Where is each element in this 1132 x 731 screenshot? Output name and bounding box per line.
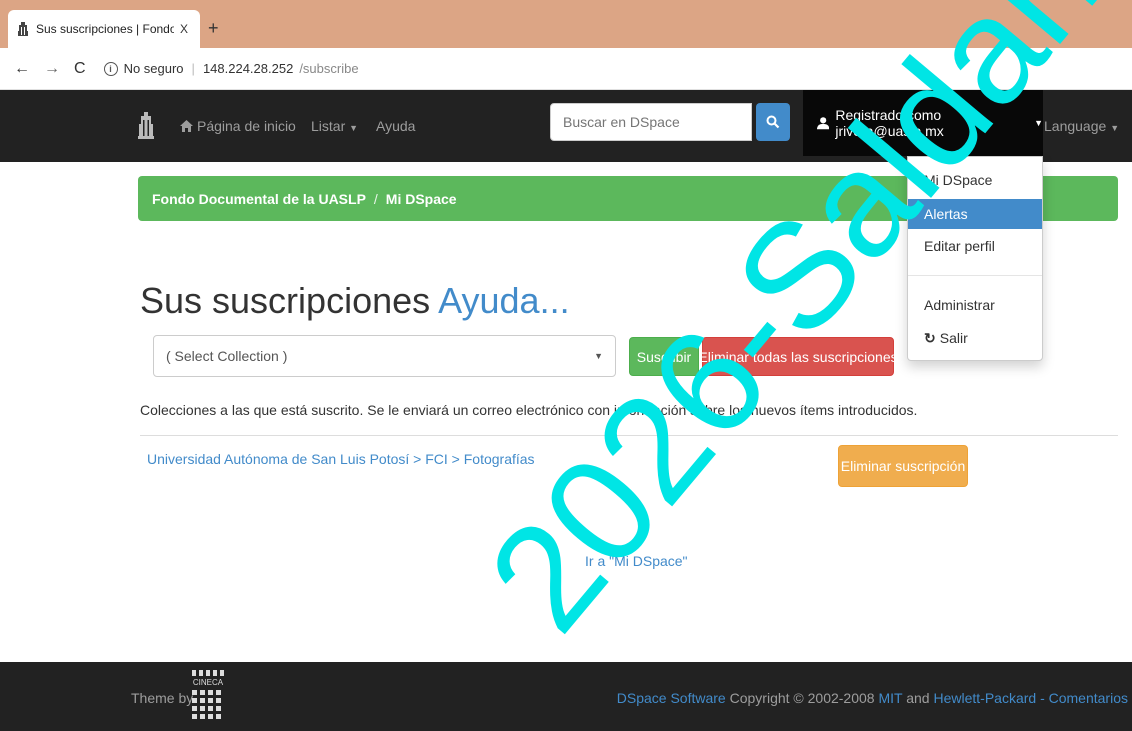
dash-text: -	[1040, 690, 1045, 706]
divider	[140, 435, 1118, 436]
remove-all-subscriptions-button[interactable]: Eliminar todas las suscripciones	[698, 337, 898, 376]
select-arrow-icon: ▼	[594, 351, 603, 361]
user-menu-label: Registrado como jrivera@uaslp.mx	[835, 107, 944, 139]
hp-link[interactable]: Hewlett-Packard	[933, 690, 1036, 706]
dropdown-item-alertas[interactable]: Alertas	[908, 199, 1042, 229]
caret-down-icon: ▼	[1034, 118, 1043, 128]
home-icon	[180, 120, 193, 132]
footer-copyright: DSpace Software Copyright © 2002-2008 MI…	[617, 690, 1128, 706]
caret-down-icon: ▼	[349, 123, 359, 133]
comments-link[interactable]: Comentarios	[1049, 690, 1128, 706]
page-help-link[interactable]: Ayuda...	[438, 280, 569, 321]
nav-list-label: Listar	[311, 118, 346, 134]
breadcrumb-separator: /	[373, 190, 378, 207]
mit-link[interactable]: MIT	[878, 690, 902, 706]
reload-icon[interactable]: C	[74, 60, 86, 78]
copyright-text: Copyright © 2002-2008	[729, 690, 875, 706]
search-input[interactable]	[550, 103, 752, 141]
back-to-mydspace-link[interactable]: Ir a "Mi DSpace"	[585, 553, 688, 569]
page-title: Sus suscripciones Ayuda...	[140, 280, 570, 322]
url-field[interactable]: i No seguro | 148.224.28.252/subscribe	[103, 61, 359, 76]
browser-tabstrip: Sus suscripciones | Fondo Docum X +	[0, 0, 1132, 48]
back-arrow-icon[interactable]: ←	[14, 60, 30, 78]
user-icon	[817, 117, 830, 130]
url-host: 148.224.28.252	[202, 61, 294, 76]
search-button[interactable]	[756, 103, 790, 141]
nav-home-link[interactable]: Página de inicio	[180, 118, 296, 134]
cineca-text: CINECA	[193, 678, 224, 687]
dropdown-item-administrar[interactable]: Administrar	[908, 290, 1042, 320]
subscribe-button[interactable]: Suscribir	[629, 337, 699, 376]
cineca-logo-icon[interactable]: CINECA	[188, 668, 228, 720]
dspace-software-link[interactable]: DSpace Software	[617, 690, 726, 706]
nav-help-link[interactable]: Ayuda	[376, 118, 415, 134]
nav-list-dropdown[interactable]: Listar ▼	[311, 118, 358, 134]
search-icon	[766, 115, 780, 129]
forward-arrow-icon[interactable]: →	[44, 60, 60, 78]
url-security-label: No seguro	[123, 61, 184, 76]
collection-select[interactable]: ( Select Collection ) ▼	[153, 335, 616, 377]
remove-subscription-button[interactable]: Eliminar suscripción	[838, 445, 968, 487]
language-label: Language	[1044, 118, 1107, 134]
browser-tab[interactable]: Sus suscripciones | Fondo Docum X	[8, 10, 200, 48]
url-separator: |	[191, 61, 195, 76]
nav-home-label: Página de inicio	[197, 118, 296, 134]
dropdown-item-mi-dspace[interactable]: Mi DSpace	[908, 165, 1042, 195]
and-text: and	[906, 690, 930, 706]
collection-select-value: ( Select Collection )	[166, 348, 288, 364]
language-dropdown[interactable]: Language ▼	[1044, 118, 1119, 134]
subscriptions-info-text: Colecciones a las que está suscrito. Se …	[140, 402, 918, 418]
caret-down-icon: ▼	[1110, 123, 1120, 133]
url-path: /subscribe	[299, 61, 359, 76]
user-menu-toggle[interactable]: Registrado como jrivera@uaslp.mx ▼	[803, 90, 1043, 156]
dropdown-item-salir[interactable]: ↻ Salir	[908, 323, 1042, 353]
theme-by-label: Theme by	[131, 690, 194, 706]
user-dropdown-menu: Mi DSpace Alertas Editar perfil Administ…	[907, 156, 1043, 361]
site-favicon-icon	[18, 22, 28, 36]
tab-close-icon[interactable]: X	[180, 22, 188, 36]
address-bar: ← → C i No seguro | 148.224.28.252/subsc…	[0, 48, 1132, 90]
page-title-text: Sus suscripciones	[140, 280, 431, 321]
tab-title: Sus suscripciones | Fondo Docum	[36, 22, 174, 36]
info-icon[interactable]: i	[103, 61, 118, 76]
dropdown-item-editar-perfil[interactable]: Editar perfil	[908, 231, 1042, 261]
uaslp-logo-icon[interactable]	[137, 112, 155, 140]
breadcrumb-root[interactable]: Fondo Documental de la UASLP	[152, 191, 366, 207]
breadcrumb-current[interactable]: Mi DSpace	[386, 191, 457, 207]
subscription-collection-link[interactable]: Universidad Autónoma de San Luis Potosí …	[147, 451, 535, 467]
dropdown-divider	[908, 275, 1042, 276]
new-tab-button[interactable]: +	[208, 18, 219, 39]
dropdown-item-salir-label: Salir	[939, 330, 968, 346]
logout-icon: ↻	[924, 329, 936, 346]
